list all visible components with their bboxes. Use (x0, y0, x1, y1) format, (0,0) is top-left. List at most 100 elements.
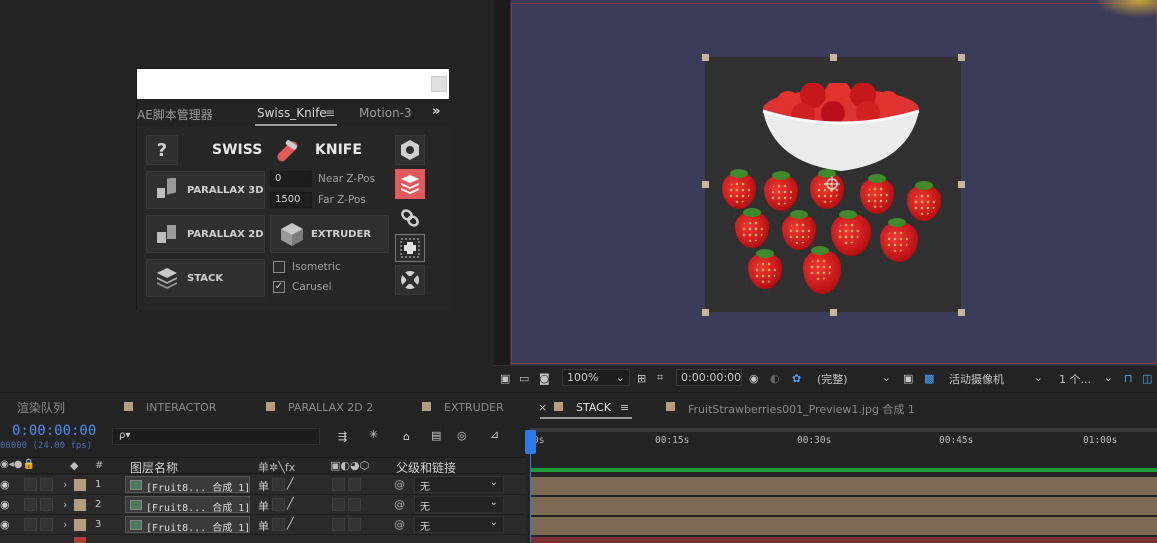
pickwhip-icon[interactable]: @ (394, 478, 405, 491)
mask-icon[interactable]: ◙ (539, 370, 550, 386)
switch-cell[interactable] (332, 478, 345, 491)
tab-stack[interactable]: STACK (576, 401, 611, 414)
expand-chevron-icon[interactable]: › (63, 518, 67, 531)
tab-motion-3[interactable]: Motion-3 (359, 106, 412, 120)
graph-editor-icon[interactable]: ⊿ (490, 428, 499, 441)
switch-cell[interactable] (272, 478, 285, 491)
layer-search-input[interactable]: ρ▾ (112, 428, 320, 445)
parallax-2d-button[interactable]: PARALLAX 2D (146, 215, 265, 253)
layer-name[interactable]: [Fruit8... 合成 1] (125, 516, 250, 533)
quality-switch-icon[interactable]: ╱ (287, 517, 294, 530)
views-select[interactable]: 1 个... ⌄ (1054, 369, 1118, 386)
channels-icon[interactable]: ✿ (792, 370, 801, 386)
layer-row[interactable]: ◉ › 1 [Fruit8... 合成 1] 单 ╱ @ 无 ⌄ (0, 475, 526, 495)
expand-chevron-icon[interactable]: › (63, 478, 67, 491)
shy-switch-icon[interactable]: 单 (258, 478, 269, 494)
carusel-checkbox[interactable]: ✓ (273, 281, 285, 293)
expand-chevron-icon[interactable]: › (63, 498, 67, 511)
tabs-overflow-icon[interactable]: » (432, 104, 440, 119)
shy-switch-icon[interactable]: 单 (258, 498, 269, 514)
switch-cell[interactable] (348, 518, 361, 531)
layer-color-swatch[interactable] (74, 499, 86, 511)
shy-layers-icon[interactable]: ⌂ (403, 430, 410, 443)
switch-cell[interactable] (272, 498, 285, 511)
solo-switch[interactable] (24, 518, 37, 531)
tab-close-icon[interactable]: × (538, 401, 547, 414)
visibility-eye-icon[interactable]: ◉ (0, 518, 10, 531)
transform-handle[interactable] (830, 54, 837, 61)
timeline-graph[interactable]: 0s 00:15s 00:30s 00:45s 01:00s (526, 420, 1157, 543)
anchor-point-icon[interactable] (824, 176, 840, 192)
layer-row[interactable]: ◉ › 2 [Fruit8... 合成 1] 单 ╱ @ 无 ⌄ (0, 495, 526, 515)
parallax-3d-button[interactable]: PARALLAX 3D (146, 171, 265, 209)
near-z-input[interactable]: 0 (270, 171, 312, 187)
quality-switch-icon[interactable]: ╱ (287, 497, 294, 510)
camera-select[interactable]: 活动摄像机 ⌄ (944, 369, 1048, 386)
layer-duration-bar[interactable] (530, 477, 1157, 495)
layer-color-swatch[interactable] (74, 519, 86, 531)
frame-blending-icon[interactable]: ▤ (431, 429, 441, 442)
parent-select[interactable]: 无 ⌄ (414, 496, 504, 513)
visibility-eye-icon[interactable]: ◉ (0, 478, 10, 491)
time-ruler[interactable]: 0s 00:15s 00:30s 00:45s 01:00s (526, 420, 1157, 452)
nut-settings-button[interactable] (395, 135, 425, 165)
work-area-bar[interactable] (530, 468, 1157, 472)
column-parent-link[interactable]: 父级和链接 (396, 459, 456, 476)
transform-handle[interactable] (702, 181, 709, 188)
tab-render-queue[interactable]: 渲染队列 (17, 399, 65, 416)
transform-handle[interactable] (958, 54, 965, 61)
layer-duration-bar[interactable] (530, 497, 1157, 515)
switch-cell[interactable] (348, 498, 361, 511)
region-of-interest-icon[interactable]: ⌗ (657, 370, 663, 386)
tab-menu-icon[interactable]: ≡ (325, 106, 335, 120)
tab-fruit-comp[interactable]: FruitStrawberries001_Preview1.jpg 合成 1 (688, 401, 915, 417)
switch-cell[interactable] (332, 518, 345, 531)
solo-switch[interactable] (24, 498, 37, 511)
switch-cell[interactable] (332, 498, 345, 511)
tab-interactor[interactable]: INTERACTOR (146, 401, 216, 414)
quality-switch-icon[interactable]: ╱ (287, 477, 294, 490)
layer-color-swatch[interactable] (74, 479, 86, 491)
transform-handle[interactable] (702, 54, 709, 61)
far-z-input[interactable]: 1500 (270, 192, 312, 208)
switch-cell[interactable] (348, 478, 361, 491)
grid-tool-button[interactable] (395, 234, 425, 262)
transparency-grid-icon[interactable]: ▩ (924, 370, 934, 386)
lifebuoy-tool-button[interactable] (395, 265, 425, 295)
transform-handle[interactable] (958, 309, 965, 316)
visibility-eye-icon[interactable]: ◉ (0, 498, 10, 511)
resolution-select[interactable]: (完整) ⌄ (812, 369, 896, 386)
parent-select[interactable]: 无 ⌄ (414, 476, 504, 493)
panel-titlebar[interactable] (137, 69, 449, 99)
panel-close-button[interactable] (431, 76, 447, 92)
layer-duration-bar[interactable] (530, 517, 1157, 535)
lock-switch[interactable] (40, 518, 53, 531)
viewer-timecode[interactable]: 0:00:00:00 (676, 369, 742, 386)
layer-duration-bar[interactable] (530, 537, 1157, 543)
layer-name[interactable]: [Fruit8... 合成 1] (125, 476, 250, 493)
transform-handle[interactable] (830, 309, 837, 316)
switch-cell[interactable] (272, 518, 285, 531)
tab-swiss-knife[interactable]: Swiss_Knife (257, 106, 327, 120)
layer-name[interactable]: [Fruit8... 合成 1] (125, 496, 250, 513)
layer-row[interactable]: ◉ › 3 [Fruit8... 合成 1] 单 ╱ @ 无 ⌄ (0, 515, 526, 535)
transform-handle[interactable] (702, 309, 709, 316)
transform-handle[interactable] (958, 181, 965, 188)
link-tool-button[interactable] (395, 203, 425, 233)
zoom-select[interactable]: 100% ⌄ (562, 369, 630, 386)
tab-menu-icon[interactable]: ≡ (620, 401, 629, 414)
comp-flowchart-icon[interactable]: ⇶ (338, 430, 347, 443)
draft-3d-icon[interactable]: ✳ (369, 428, 378, 441)
isometric-checkbox[interactable] (273, 261, 285, 273)
toggle-view-icon[interactable]: ⊓ (1124, 370, 1133, 386)
pickwhip-icon[interactable]: @ (394, 518, 405, 531)
work-area-track[interactable] (530, 428, 1157, 432)
safe-zones-icon[interactable]: ⊞ (637, 370, 646, 386)
lock-switch[interactable] (40, 478, 53, 491)
stack-button[interactable]: STACK (146, 259, 265, 297)
monitor-icon[interactable]: ▭ (519, 370, 529, 386)
solo-switch[interactable] (24, 478, 37, 491)
reset-exposure-icon[interactable]: ◫ (1142, 370, 1152, 386)
tab-extruder[interactable]: EXTRUDER (444, 401, 504, 414)
tab-parallax-2d-2[interactable]: PARALLAX 2D 2 (288, 401, 373, 414)
